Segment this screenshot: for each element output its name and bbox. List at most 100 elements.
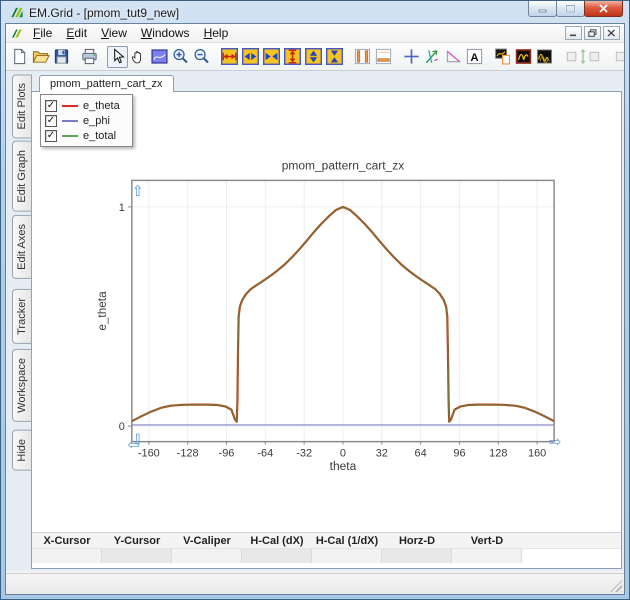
sidebar-tab-edit-graph[interactable]: Edit Graph [12,141,32,212]
title-bar: EM.Grid - [pmom_tut9_new] [5,1,625,22]
maximize-button[interactable] [556,1,585,17]
toolbar-align-horizontal-button [611,46,624,68]
table-header-h-cal-dx-: H-Cal (dX) [242,535,312,547]
toolbar-axes-tool[interactable] [422,46,443,68]
mdi-minimize-button[interactable] [565,26,582,40]
legend-checkbox-e-phi[interactable]: ✓ [45,115,57,127]
document-icon [10,27,23,40]
chart-title: pmom_pattern_cart_zx [282,159,404,173]
resize-grip[interactable] [610,580,622,592]
toolbar-overlay-plots-button[interactable] [534,46,555,68]
toolbar: ALayout [6,43,624,71]
menu-items: FileEditViewWindowsHelp [27,25,234,41]
toolbar-shrink-x-button[interactable] [261,46,282,68]
table-header-y-cursor: Y-Cursor [102,535,172,547]
legend-checkbox-e-total[interactable]: ✓ [45,130,57,142]
legend-label: e_phi [83,115,110,127]
document-wrap: pmom_pattern_cart_zx ✓e_theta✓e_phi✓e_to… [31,73,622,569]
toolbar-new-file-button[interactable] [9,46,30,68]
axis-handle-left-icon[interactable]: ⇦ [128,436,141,454]
table-cell-x-cursor [32,549,102,563]
menu-windows[interactable]: Windows [135,25,196,41]
cursor-table-header: X-CursorY-CursorV-CaliperH-Cal (dX)H-Cal… [32,533,621,549]
toolbar-plot-properties-button[interactable] [513,46,534,68]
toolbar-shrink-y-button[interactable] [324,46,345,68]
main-area: Edit Plots Edit Graph Edit Axes Tracker Work… [6,71,624,571]
toolbar-expand-x-button[interactable] [240,46,261,68]
document-panel: ✓e_theta✓e_phi✓e_total pmom_pattern_cart… [31,91,622,569]
x-axis-label: theta [330,459,357,473]
legend-label: e_total [83,130,116,142]
window-title: EM.Grid - [pmom_tut9_new] [29,6,179,20]
x-tick-label: 64 [415,447,427,459]
table-header-horz-d: Horz-D [382,535,452,547]
menu-help[interactable]: Help [198,25,235,41]
menu-bar: FileEditViewWindowsHelp [6,24,624,43]
axis-handle-up-icon[interactable]: ⇧ [132,182,145,200]
legend-item-e-theta: ✓e_theta [45,98,120,113]
menu-view[interactable]: View [95,25,133,41]
sidebar-tab-strip: Edit Plots Edit Graph Edit Axes Tracker Work… [6,71,31,571]
toolbar-tracker-cross-button[interactable] [401,46,422,68]
minimize-button[interactable] [528,1,557,17]
toolbar-save-file-button[interactable] [51,46,72,68]
toolbar-copy-plot-button[interactable] [492,46,513,68]
x-tick-label: 96 [453,447,465,459]
toolbar-zoom-out-button[interactable] [191,46,212,68]
table-cell-h-cal-dx- [242,549,312,563]
chart-canvas: ✓e_theta✓e_phi✓e_total pmom_pattern_cart… [32,92,621,532]
table-cell-y-cursor [102,549,172,563]
mdi-window-buttons [565,26,620,40]
legend-line-swatch [62,105,78,107]
sidebar-tab-workspace[interactable]: Workspace [12,349,32,422]
toolbar-zoom-window-button[interactable] [149,46,170,68]
table-header-x-cursor: X-Cursor [32,535,102,547]
sidebar-tab-hide[interactable]: Hide [12,430,32,471]
table-cell-vert-d [452,549,522,563]
legend-line-swatch [62,135,78,137]
y-tick-label: 1 [119,202,125,214]
legend-checkbox-e-theta[interactable]: ✓ [45,100,57,112]
toolbar-select-tool[interactable] [107,46,128,68]
svg-text:A: A [470,52,478,64]
toolbar-print-button[interactable] [79,46,100,68]
toolbar-vertical-caliper-button[interactable] [352,46,373,68]
legend-item-e-total: ✓ e_total [45,128,120,143]
menu-edit[interactable]: Edit [60,25,93,41]
x-tick-label: 160 [528,447,546,459]
sidebar-tab-tracker[interactable]: Tracker [12,289,32,344]
x-tick-label: 32 [376,447,388,459]
x-tick-label: 128 [489,447,507,459]
status-text [6,578,12,590]
toolbar-zoom-in-button[interactable] [170,46,191,68]
table-cell-h-cal-1-dx- [312,549,382,563]
toolbar-horizontal-caliper-button[interactable] [373,46,394,68]
toolbar-slope-tool[interactable] [443,46,464,68]
toolbar-align-vertical-button [562,46,604,68]
toolbar-full-scale-x-button[interactable] [219,46,240,68]
close-button[interactable] [584,1,623,17]
mdi-restore-button[interactable] [584,26,601,40]
toolbar-text-tool[interactable]: A [464,46,485,68]
legend-item-e-phi: ✓ e_phi [45,113,120,128]
menu-file[interactable]: File [27,25,58,41]
sidebar-tab-edit-axes[interactable]: Edit Axes [12,215,32,279]
sidebar-tab-edit-plots[interactable]: Edit Plots [12,74,32,138]
caption-buttons [529,1,623,17]
x-tick-label: 0 [340,447,346,459]
toolbar-open-file-button[interactable] [30,46,51,68]
tab-pmom-pattern-cart-zx[interactable]: pmom_pattern_cart_zx [39,75,174,92]
toolbar-expand-y-button[interactable] [303,46,324,68]
chart-legend: ✓e_theta✓e_phi✓e_total [40,94,133,147]
cursor-table: X-CursorY-CursorV-CaliperH-Cal (dX)H-Cal… [32,532,621,568]
app-window: EM.Grid - [pmom_tut9_new] FileEditViewWi… [0,0,630,600]
toolbar-pan-tool[interactable] [128,46,149,68]
document-tab-bar: pmom_pattern_cart_zx [31,73,622,91]
app-logo-icon [9,5,24,20]
axis-handle-right-icon[interactable]: ⇨ [549,433,562,451]
y-tick-label: 0 [119,421,125,433]
y-axis-label: e_theta [95,291,109,331]
mdi-close-button[interactable] [603,26,620,40]
toolbar-full-scale-y-button[interactable] [282,46,303,68]
x-tick-label: -160 [138,447,160,459]
